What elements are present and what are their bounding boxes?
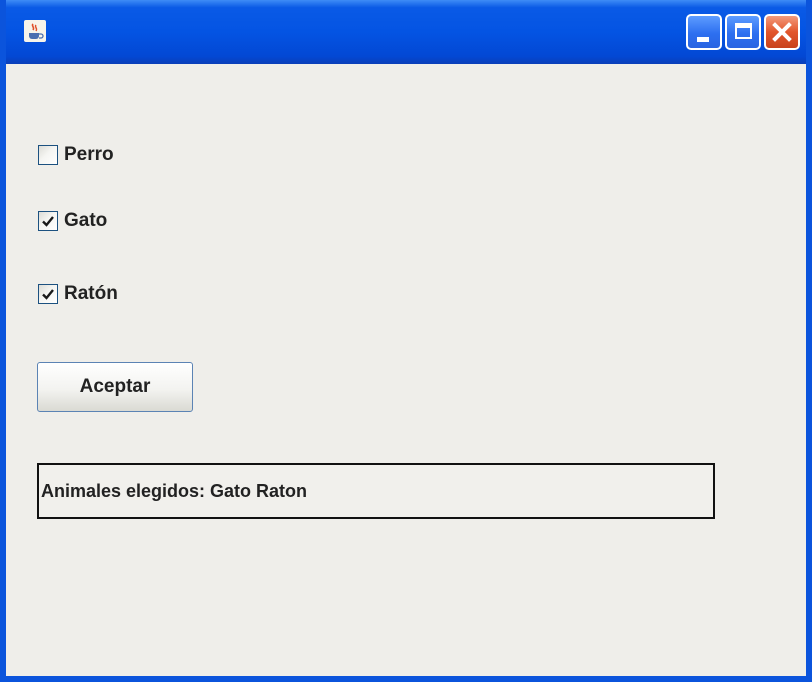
checkbox-box[interactable] — [38, 211, 58, 231]
accept-button-label: Aceptar — [79, 376, 151, 397]
close-icon — [772, 22, 792, 42]
content-panel: Perro Gato Ratón Aceptar Animales elegid… — [6, 64, 806, 676]
maximize-icon — [735, 23, 752, 39]
checkbox-box[interactable] — [38, 145, 58, 165]
result-text: Animales elegidos: Gato Raton — [41, 480, 308, 501]
result-display: Animales elegidos: Gato Raton — [37, 463, 715, 519]
checkbox-label: Gato — [64, 210, 108, 231]
accept-button[interactable]: Aceptar — [37, 362, 193, 412]
checkbox-box[interactable] — [38, 284, 58, 304]
check-mark-icon — [42, 216, 54, 227]
title-bar[interactable] — [6, 0, 806, 64]
checkbox-raton[interactable]: Ratón — [38, 279, 118, 309]
checkbox-perro[interactable]: Perro — [38, 140, 114, 170]
checkbox-label: Perro — [64, 144, 114, 165]
java-cup-icon — [24, 20, 46, 42]
maximize-button[interactable] — [725, 14, 761, 50]
checkbox-label: Ratón — [64, 283, 118, 304]
checkbox-gato[interactable]: Gato — [38, 206, 107, 236]
app-window: Perro Gato Ratón Aceptar Animales elegid… — [0, 0, 812, 682]
minimize-button[interactable] — [686, 14, 722, 50]
close-button[interactable] — [764, 14, 800, 50]
minimize-icon — [697, 37, 709, 42]
check-mark-icon — [42, 289, 54, 300]
